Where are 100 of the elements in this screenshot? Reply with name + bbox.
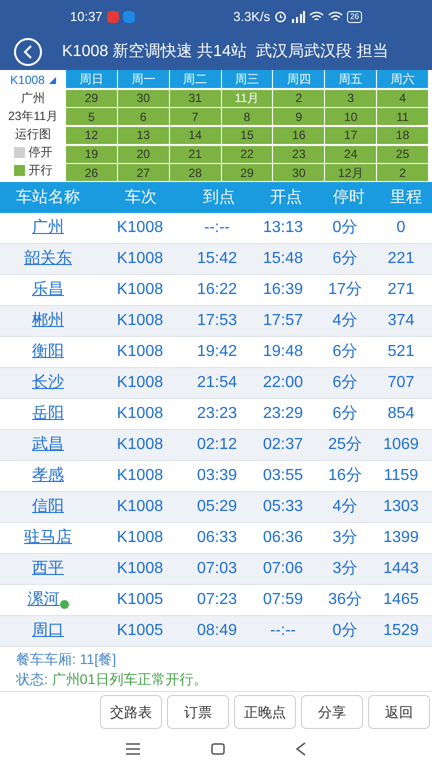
table-cell-text: 02:12 (196, 435, 238, 455)
table-cell-text: 707 (386, 373, 416, 393)
calendar-day[interactable]: 31 (170, 90, 221, 107)
calendar-day[interactable]: 28 (170, 164, 221, 182)
calendar-day[interactable]: 12 (66, 126, 117, 144)
calendar-day[interactable]: 23 (273, 146, 324, 163)
home-icon[interactable] (211, 742, 225, 754)
calendar-day[interactable]: 20 (118, 146, 169, 163)
legend-label: 开行 (28, 162, 52, 179)
station-link[interactable]: 孝感 (32, 464, 64, 488)
calendar-day[interactable]: 26 (66, 164, 117, 182)
station-link[interactable]: 武昌 (32, 433, 64, 457)
calendar-day[interactable]: 15 (222, 126, 272, 144)
calendar-day[interactable]: 4 (377, 90, 428, 107)
station-link[interactable]: 西平 (32, 557, 64, 581)
calendar-day[interactable]: 13 (118, 126, 169, 144)
table-cell-text: 271 (386, 280, 416, 300)
table-cell-text: K1008 (116, 249, 164, 269)
table-cell-text: K1008 (116, 342, 164, 362)
weekday-header: 周日 (66, 70, 117, 88)
table-cell-text: K1008 (116, 373, 164, 393)
calendar-day[interactable]: 25 (377, 146, 428, 163)
table-cell-text: 16:22 (196, 280, 238, 300)
table-cell-text: 17:57 (262, 311, 304, 331)
station-link[interactable]: 漯河 (28, 588, 60, 612)
column-header: 里程 (389, 188, 423, 208)
station-link[interactable]: 广州 (32, 216, 64, 240)
table-cell-text: K1008 (116, 218, 164, 238)
table-cell-text: 17:53 (196, 311, 238, 331)
calendar-day[interactable]: 2 (273, 90, 324, 107)
calendar-day[interactable]: 12月 (325, 164, 376, 182)
table-cell-text: 03:55 (262, 466, 304, 486)
calendar-day[interactable]: 14 (170, 126, 221, 144)
calendar-day[interactable]: 10 (325, 108, 376, 126)
table-cell-text: K1005 (116, 621, 164, 641)
weekday-header: 周三 (222, 70, 272, 88)
table-cell-text: 854 (386, 404, 416, 424)
station-link[interactable]: 岳阳 (32, 402, 64, 426)
table-cell-text: 13:13 (262, 218, 304, 238)
calendar-day[interactable]: 3 (325, 90, 376, 107)
back-button[interactable] (14, 38, 42, 66)
calendar-day[interactable]: 11 (377, 108, 428, 126)
calendar-day[interactable]: 29 (66, 90, 117, 107)
table-cell-text: 07:06 (262, 559, 304, 579)
table-cell-text: 16分 (327, 466, 363, 486)
month-label: 23年11月 (8, 108, 58, 125)
calendar-day[interactable]: 17 (325, 126, 376, 144)
table-cell-text: 17分 (327, 280, 363, 300)
table-cell-text: 02:37 (262, 435, 304, 455)
table-cell-text: 03:39 (196, 466, 238, 486)
station-link[interactable]: 衡阳 (32, 340, 64, 364)
calendar-day[interactable]: 8 (222, 108, 272, 126)
station-link[interactable]: 韶关东 (24, 247, 72, 271)
train-selector[interactable]: K1008 (10, 71, 56, 89)
back-icon[interactable] (295, 742, 307, 756)
station-link[interactable]: 驻马店 (24, 526, 72, 550)
table-cell-text: 3分 (332, 559, 358, 579)
action-button[interactable]: 分享 (301, 695, 363, 729)
calendar-day[interactable]: 30 (273, 164, 324, 182)
calendar-day[interactable]: 16 (273, 126, 324, 144)
table-cell-text: 221 (386, 249, 416, 269)
station-link[interactable]: 郴州 (32, 309, 64, 333)
table-cell-text: 0 (396, 218, 406, 238)
signal-icon (291, 10, 306, 22)
table-cell-text: 3分 (332, 528, 358, 548)
calendar-day[interactable]: 19 (66, 146, 117, 163)
calendar-day[interactable]: 29 (222, 164, 272, 182)
table-cell-text: 1399 (382, 528, 420, 548)
menu-icon[interactable] (125, 742, 141, 754)
column-header: 停时 (332, 188, 366, 208)
calendar-day[interactable]: 24 (325, 146, 376, 163)
station-link[interactable]: 周口 (32, 619, 64, 643)
action-button[interactable]: 交路表 (100, 695, 162, 729)
calendar-day[interactable]: 30 (118, 90, 169, 107)
weekday-header: 周二 (170, 70, 221, 88)
table-cell-text: 1303 (382, 497, 420, 517)
station-link[interactable]: 长沙 (32, 371, 64, 395)
station-link[interactable]: 信阳 (32, 495, 64, 519)
calendar-day[interactable]: 5 (66, 108, 117, 126)
calendar-day[interactable]: 18 (377, 126, 428, 144)
table-cell-text: 07:59 (262, 590, 304, 610)
calendar-day[interactable]: 6 (118, 108, 169, 126)
calendar-day[interactable]: 9 (273, 108, 324, 126)
table-cell-text: 22:00 (262, 373, 304, 393)
calendar-day[interactable]: 27 (118, 164, 169, 182)
table-cell-text: 19:42 (196, 342, 238, 362)
wifi-icon (328, 10, 344, 22)
action-button[interactable]: 订票 (167, 695, 229, 729)
table-cell-text: --:-- (203, 218, 231, 238)
table-cell-text: 1159 (382, 466, 420, 486)
calendar-day[interactable]: 7 (170, 108, 221, 126)
action-button[interactable]: 正晚点 (234, 695, 296, 729)
table-cell-text: --:-- (269, 621, 297, 641)
calendar-day[interactable]: 2 (377, 164, 428, 182)
calendar-day[interactable]: 21 (170, 146, 221, 163)
station-link[interactable]: 乐昌 (32, 278, 64, 302)
alarm-icon (274, 10, 288, 23)
calendar-day[interactable]: 22 (222, 146, 272, 163)
weekday-header: 周五 (325, 70, 376, 88)
action-button[interactable]: 返回 (368, 695, 430, 729)
